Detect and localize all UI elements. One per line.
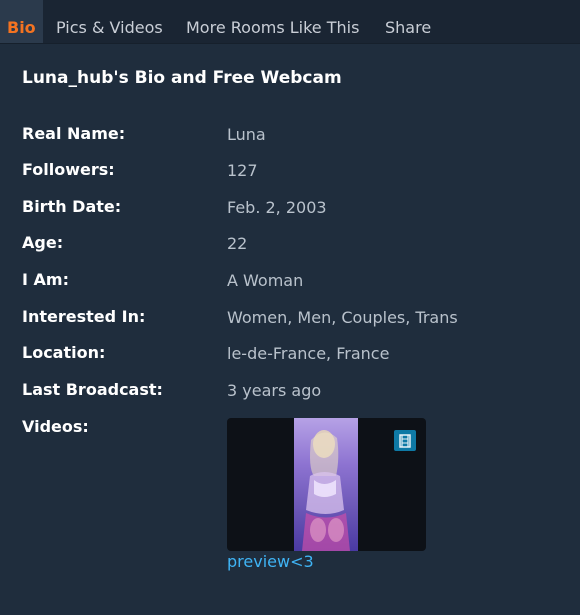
tab-bar: Bio Pics & Videos More Rooms Like This S… [0, 0, 580, 44]
film-strip-icon [394, 430, 416, 451]
followers-label: Followers: [22, 160, 115, 179]
location-label: Location: [22, 343, 106, 362]
birth-date-label: Birth Date: [22, 197, 122, 216]
i-am-label: I Am: [22, 270, 69, 289]
tab-more-rooms[interactable]: More Rooms Like This [186, 0, 359, 43]
last-broadcast-label: Last Broadcast: [22, 380, 163, 399]
tab-share[interactable]: Share [385, 0, 431, 43]
videos-label: Videos: [22, 417, 89, 436]
followers-value: 127 [227, 161, 258, 180]
interested-in-value: Women, Men, Couples, Trans [227, 308, 458, 327]
location-value: le-de-France, France [227, 344, 390, 363]
age-label: Age: [22, 233, 64, 252]
video-thumbnail[interactable] [227, 418, 426, 551]
video-preview-image [294, 418, 358, 551]
last-broadcast-value: 3 years ago [227, 381, 322, 400]
performer-silhouette [302, 430, 350, 551]
real-name-label: Real Name: [22, 124, 126, 143]
video-caption-link[interactable]: preview<3 [227, 552, 314, 571]
age-value: 22 [227, 234, 248, 253]
tab-pics-videos[interactable]: Pics & Videos [56, 0, 163, 43]
page-title: Luna_hub's Bio and Free Webcam [22, 68, 342, 88]
i-am-value: A Woman [227, 271, 304, 290]
interested-in-label: Interested In: [22, 307, 146, 326]
real-name-value: Luna [227, 125, 266, 144]
birth-date-value: Feb. 2, 2003 [227, 198, 327, 217]
tab-bio[interactable]: Bio [0, 0, 43, 43]
